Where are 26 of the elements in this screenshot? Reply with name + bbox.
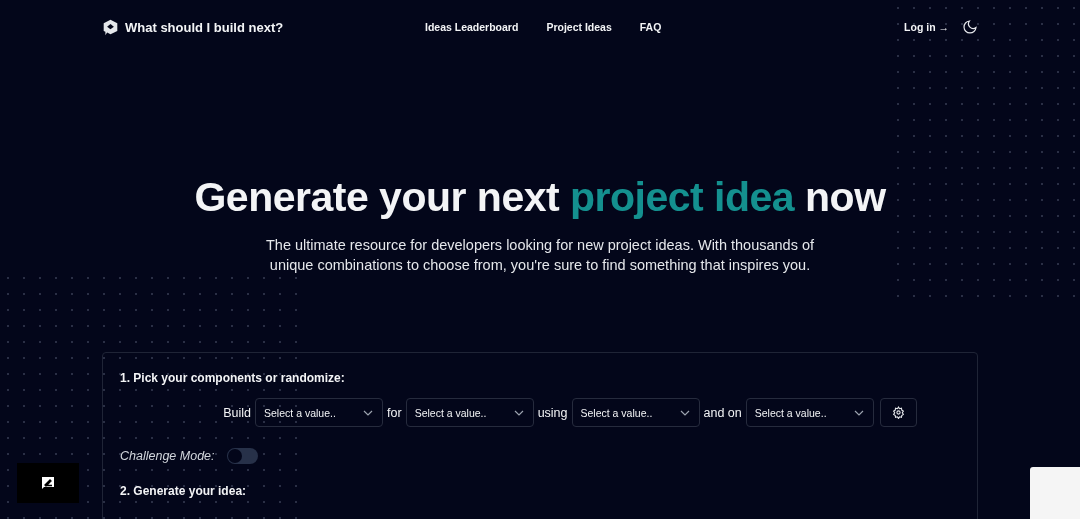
sentence-word: using [537, 405, 568, 420]
hero-title: Generate your next project idea now [193, 174, 887, 221]
captcha-badge [1030, 467, 1080, 519]
nav-link[interactable]: FAQ [639, 21, 662, 33]
sentence-word: and on [703, 405, 742, 420]
select-dropdown[interactable]: Select a value.. [745, 398, 874, 427]
moon-icon[interactable] [962, 19, 978, 35]
brand-link[interactable]: What should I build next? [102, 18, 425, 36]
feedback-button[interactable] [17, 463, 79, 503]
challenge-mode-toggle[interactable] [226, 448, 258, 464]
settings-button[interactable] [879, 398, 917, 427]
challenge-mode-label: Challenge Mode: [120, 449, 215, 463]
hero-subtitle: The ultimate resource for developers looking for new project ideas. With thousands of unique combinations to choose from, you're sure to find something that inspires you. [264, 236, 816, 275]
select-dropdown[interactable]: Select a value.. [405, 398, 534, 427]
sentence-word: Build [223, 405, 252, 420]
edit-note-icon [41, 476, 55, 490]
settings-icon [891, 406, 905, 419]
login-link[interactable]: Log in → [904, 21, 949, 33]
step-heading: 1. Pick your components or randomize: [120, 371, 346, 385]
cube-logo-icon [102, 18, 119, 36]
nav-link[interactable]: Ideas Leaderboard [425, 21, 519, 33]
sentence-word: for [387, 405, 402, 420]
nav-link[interactable]: Project Ideas [546, 21, 612, 33]
select-dropdown[interactable]: Select a value.. [571, 398, 700, 427]
select-dropdown[interactable]: Select a value.. [255, 398, 384, 427]
step-heading: 2. Generate your idea: [120, 484, 248, 498]
